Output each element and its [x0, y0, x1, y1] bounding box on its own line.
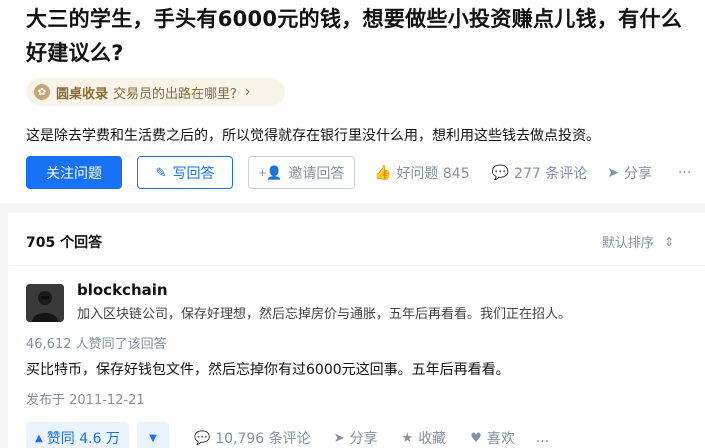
triangle-down-icon: ▼: [149, 432, 157, 444]
share-icon: ➤: [607, 164, 619, 181]
like-label: 喜欢: [486, 431, 515, 447]
chevron-right-icon: ›: [244, 84, 251, 100]
roundtable-tag[interactable]: ✿ 圆桌收录 交易员的出路在哪里? ›: [26, 78, 285, 106]
thumbs-up-icon: 👍: [374, 164, 392, 181]
question-comments-button[interactable]: 💬 277 条评论: [492, 163, 588, 183]
share-icon: ➤: [333, 430, 345, 446]
star-icon: ★: [401, 430, 414, 446]
votes-summary: 46,612 人赞同了该回答: [26, 337, 167, 352]
heart-icon: ♥: [470, 430, 482, 446]
like-button[interactable]: ♥ 喜欢: [470, 428, 515, 448]
write-answer-button[interactable]: ✎ 写回答: [137, 156, 233, 189]
downvote-button[interactable]: ▼: [137, 422, 169, 448]
question-more-button[interactable]: ···: [678, 165, 691, 181]
pencil-icon: ✎: [155, 164, 167, 180]
good-question-label: 好问题 845: [396, 165, 470, 182]
answer-count: 705 个回答: [26, 235, 103, 251]
comment-icon: 💬: [491, 164, 510, 181]
sort-selector[interactable]: 默认排序 ⇕: [601, 232, 674, 252]
follow-question-label: 关注问题: [46, 164, 102, 181]
question-comments-label: 277 条评论: [514, 165, 588, 182]
question-card: 大三的学生，手头有6000元的钱，想要做些小投资赚点儿钱，有什么好建议么? ✿ …: [0, 0, 705, 203]
question-share-button[interactable]: ➤ 分享: [607, 163, 652, 183]
answer-content[interactable]: 买比特币，保存好钱包文件，然后忘掉你有过6000元这回事。五年后再看看。: [26, 359, 510, 379]
triangle-up-icon: ▲: [35, 432, 43, 444]
question-detail: 这是除去学费和生活费之后的，所以觉得就存在银行里没什么用，想利用这些钱去做点投资…: [26, 128, 600, 144]
collect-label: 收藏: [418, 431, 447, 447]
publish-date[interactable]: 发布于 2011-12-21: [26, 389, 145, 408]
sort-label: 默认排序: [601, 236, 654, 251]
author-bio: 加入区块链公司，保存好理想，然后忘掉房价与通胀，五年后再看看。我们正在招人。: [77, 307, 572, 322]
answers-header: 705 个回答 默认排序 ⇕: [8, 213, 705, 266]
upvote-button[interactable]: ▲ 赞同 4.6 万: [26, 422, 129, 448]
comment-icon: 💬: [194, 430, 211, 446]
answer-share-label: 分享: [349, 431, 378, 447]
answer-actions: ▲ 赞同 4.6 万 ▼ 💬 10,796 条评论 ➤ 分享 ★ 收藏 ♥ 喜欢…: [26, 422, 549, 448]
roundtable-topic: 交易员的出路在哪里?: [113, 86, 237, 102]
good-question-button[interactable]: 👍 好问题 845: [374, 163, 470, 183]
roundtable-name: 圆桌收录: [56, 86, 109, 102]
more-icon: ...: [535, 430, 550, 446]
sort-switch-icon: ⇕: [663, 234, 674, 249]
author-name[interactable]: blockchain: [77, 281, 168, 299]
write-answer-label: 写回答: [172, 164, 215, 181]
answer-comments-button[interactable]: 💬 10,796 条评论: [194, 428, 311, 448]
upvote-label: 赞同 4.6 万: [46, 431, 120, 447]
question-title[interactable]: 大三的学生，手头有6000元的钱，想要做些小投资赚点儿钱，有什么好建议么?: [26, 2, 696, 70]
avatar[interactable]: [26, 284, 64, 322]
answers-card: 705 个回答 默认排序 ⇕ blockchain 加入区块链公司，保存好理想，…: [8, 213, 705, 448]
answer-share-button[interactable]: ➤ 分享: [334, 428, 378, 448]
more-icon: ···: [677, 164, 692, 181]
answer-more-button[interactable]: ...: [536, 430, 549, 446]
question-share-label: 分享: [623, 165, 652, 182]
add-user-icon: +👤: [258, 164, 283, 180]
invite-answer-label: 邀请回答: [288, 164, 345, 181]
collect-button[interactable]: ★ 收藏: [402, 428, 447, 448]
follow-question-button[interactable]: 关注问题: [26, 156, 122, 189]
answer-comments-label: 10,796 条评论: [215, 431, 311, 447]
question-actions: 关注问题 ✎ 写回答 +👤 邀请回答 👍 好问题 845 💬 277 条评论 ➤…: [26, 156, 691, 189]
invite-answer-button[interactable]: +👤 邀请回答: [248, 156, 355, 189]
roundtable-icon: ✿: [34, 84, 50, 100]
